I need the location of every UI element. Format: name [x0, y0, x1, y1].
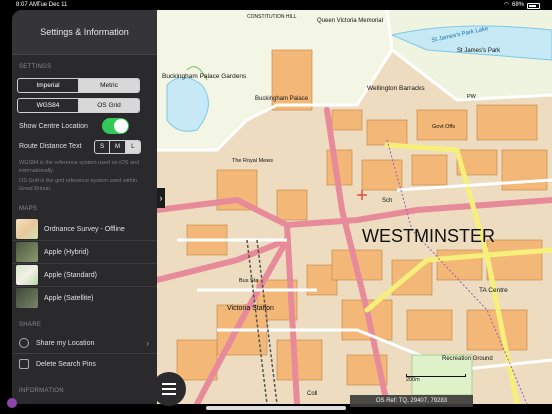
info-text-osgrid: OS Grid is the grid reference system use… [19, 178, 137, 192]
map-label-bus-sta: Bus Sta [239, 278, 259, 284]
settings-title: Settings & Information [40, 27, 129, 37]
map-label-buckingham-palace: Buckingham Palace [255, 96, 309, 102]
settings-header: Settings & Information [12, 10, 157, 55]
battery-icon [527, 3, 540, 9]
satellite-thumb-icon [16, 288, 38, 308]
map-label-st-james-park: St James's Park [457, 48, 501, 54]
map-label-coll: Coll [307, 391, 317, 397]
section-label-share: SHARE [19, 322, 42, 328]
wifi-icon: ◠ [503, 2, 509, 8]
chevron-right-icon: › [146, 338, 149, 348]
status-time: 8:07 AM [16, 2, 39, 8]
map-label-westminster: WESTMINSTER [362, 226, 495, 246]
status-date: Tue Dec 11 [37, 2, 68, 8]
trash-icon [19, 359, 29, 369]
units-option-imperial[interactable]: Imperial [18, 79, 78, 92]
grid-option-osgrid[interactable]: OS Grid [78, 99, 139, 112]
section-label-maps: MAPS [19, 206, 38, 212]
map-label-govt-offs: Govt Offs [432, 124, 455, 130]
hybrid-thumb-icon [16, 242, 38, 262]
map-label-buckingham-gardens: Buckingham Palace Gardens [162, 73, 247, 80]
os-ref-readout: OS Ref: TQ, 29407, 79283 [350, 395, 473, 407]
map-option-label: Apple (Hybrid) [44, 248, 89, 256]
route-distance-label: Route Distance Text [19, 143, 82, 150]
map-option-hybrid[interactable]: Apple (Hybrid) [12, 241, 157, 263]
share-location-icon [19, 338, 29, 348]
status-right: ◠ 68% [504, 0, 540, 10]
show-centre-toggle[interactable] [102, 118, 129, 134]
route-size-m[interactable]: M [109, 141, 124, 153]
route-size-l[interactable]: L [124, 141, 140, 153]
map-scale-label: 200m [406, 377, 420, 383]
info-app-icon[interactable] [7, 398, 17, 408]
section-label-settings: SETTINGS [19, 64, 52, 70]
status-bar: 8:07 AM Tue Dec 11 ◠ 68% [0, 0, 552, 10]
delete-pins-row[interactable]: Delete Search Pins [12, 354, 157, 374]
grid-option-wgs84[interactable]: WGS84 [18, 99, 78, 112]
map-label-wellington-barracks: Wellington Barracks [367, 85, 425, 92]
collapse-panel-button[interactable]: › [157, 188, 165, 208]
delete-pins-label: Delete Search Pins [36, 360, 96, 368]
map-option-label: Apple (Satellite) [44, 294, 94, 302]
map-scale: 200m [406, 374, 466, 383]
show-centre-label: Show Centre Location [19, 123, 88, 130]
map-label-victoria-station: Victoria Station [227, 305, 274, 312]
map-label-pw: PW [467, 94, 477, 100]
units-option-metric[interactable]: Metric [78, 79, 139, 92]
map-label-sch: Sch [382, 198, 392, 204]
share-location-label: Share my Location [36, 339, 95, 347]
route-size-s[interactable]: S [95, 141, 109, 153]
standard-thumb-icon [16, 265, 38, 285]
chevron-right-icon: › [159, 193, 163, 203]
map-option-label: Ordnance Survey - Offline [44, 225, 125, 233]
share-location-row[interactable]: Share my Location › [12, 333, 157, 353]
units-segmented[interactable]: Imperial Metric [17, 78, 140, 93]
settings-panel: Settings & Information SETTINGS Imperial… [12, 10, 157, 404]
route-distance-segmented[interactable]: S M L [94, 140, 141, 154]
menu-button[interactable] [152, 372, 186, 406]
map-option-satellite[interactable]: Apple (Satellite) [12, 287, 157, 309]
battery-percent: 68% [511, 2, 524, 8]
map-label-constitution-hill: CONSTITUTION HILL [247, 14, 297, 20]
section-label-information: INFORMATION [19, 388, 64, 394]
info-text-wgs84: WGS84 is the reference system used on iO… [19, 160, 140, 174]
map-option-label: Apple (Standard) [44, 271, 97, 279]
map-view[interactable]: Queen Victoria Memorial CONSTITUTION HIL… [157, 10, 552, 404]
os-thumb-icon [16, 219, 38, 239]
hamburger-line [162, 388, 176, 390]
map-label-recreation-ground: Recreation Ground [442, 356, 493, 362]
hamburger-line [162, 393, 176, 395]
grid-segmented[interactable]: WGS84 OS Grid [17, 98, 140, 113]
map-label-queen-victoria: Queen Victoria Memorial [317, 18, 383, 24]
hamburger-line [162, 383, 176, 385]
map-canvas[interactable]: Queen Victoria Memorial CONSTITUTION HIL… [157, 10, 552, 404]
map-option-standard[interactable]: Apple (Standard) [12, 264, 157, 286]
home-indicator[interactable] [206, 406, 346, 410]
map-label-royal-mews: The Royal Mews [232, 158, 273, 164]
map-label-ta-centre: TA Centre [479, 287, 508, 294]
map-option-os[interactable]: Ordnance Survey - Offline [12, 218, 157, 240]
